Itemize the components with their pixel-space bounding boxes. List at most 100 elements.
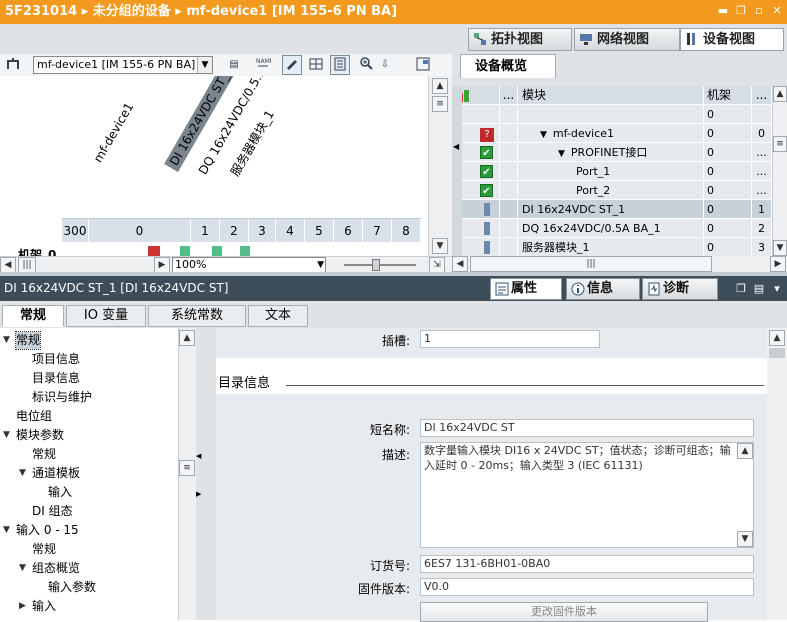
- zoom-slider-handle[interactable]: [372, 259, 380, 271]
- tab-device-overview[interactable]: 设备概览: [460, 54, 556, 78]
- tab-diagnostics[interactable]: 诊断: [642, 278, 718, 300]
- device-canvas[interactable]: mf-device1 DI 16x24VDC ST_1 DQ 16x24VDC/…: [0, 76, 428, 256]
- table-row[interactable]: ✔ Port_2 0...: [452, 181, 772, 200]
- expand-arrow-icon[interactable]: ▼: [540, 130, 547, 140]
- table-row[interactable]: ? ▼ mf-device1 0 0: [452, 124, 772, 143]
- expand-arrow-icon[interactable]: ▶: [19, 601, 26, 611]
- nav-item[interactable]: 电位组: [16, 408, 52, 425]
- collapse-arrow-icon[interactable]: ▼: [19, 468, 26, 478]
- module-cell[interactable]: 服务器模块_1: [518, 238, 704, 257]
- subtab-texts[interactable]: 文本: [248, 305, 308, 327]
- module-cell[interactable]: Port_1: [518, 162, 704, 181]
- network-tree-icon[interactable]: [3, 55, 23, 75]
- overview-vertical-scrollbar[interactable]: ▲ ≡ ▼: [772, 86, 787, 256]
- nav-item[interactable]: 模块参数: [16, 427, 64, 444]
- expand-arrow-icon[interactable]: ▼: [558, 149, 565, 159]
- module-cell[interactable]: [518, 105, 704, 124]
- tab-network-view[interactable]: 网络视图: [574, 28, 680, 51]
- zoom-in-icon[interactable]: [357, 55, 377, 75]
- collapse-arrow-icon[interactable]: ▼: [3, 525, 10, 535]
- column-header[interactable]: ...: [752, 86, 772, 105]
- table-row[interactable]: DI 16x24VDC ST_1 0 1: [452, 200, 772, 219]
- module-cell[interactable]: ▼ mf-device1: [518, 124, 704, 143]
- nav-item[interactable]: 输入: [48, 484, 72, 501]
- module-cell[interactable]: ▼ PROFINET接口: [518, 143, 704, 162]
- nav-item[interactable]: 标识与维护: [32, 389, 92, 406]
- column-header[interactable]: ...: [500, 86, 518, 105]
- nav-item[interactable]: 输入: [32, 598, 56, 615]
- scroll-down-icon[interactable]: ▼: [432, 238, 448, 254]
- collapse-arrow-icon[interactable]: ▼: [3, 335, 10, 345]
- content-vertical-scrollbar[interactable]: ▲: [767, 328, 787, 620]
- scroll-left-icon[interactable]: ◀: [0, 257, 16, 273]
- module-cell[interactable]: DQ 16x24VDC/0.5A BA_1: [518, 219, 704, 238]
- overview-collapse-strip[interactable]: ◀: [452, 86, 462, 256]
- scroll-thumb[interactable]: [769, 348, 785, 358]
- order-number-field[interactable]: 6ES7 131-6BH01-0BA0: [420, 555, 754, 573]
- show-area-icon[interactable]: ▤: [224, 55, 244, 75]
- description-field[interactable]: 数字量输入模块 DI16 x 24VDC ST；值状态；诊断可组态；输入延时 0…: [420, 442, 754, 548]
- nav-splitter[interactable]: ◀ ▶: [196, 328, 204, 620]
- minimize-pane-icon[interactable]: ▤: [751, 281, 767, 297]
- collapse-left-icon[interactable]: ◀: [196, 452, 201, 460]
- highlight-icon[interactable]: [282, 55, 302, 75]
- table-icon[interactable]: [330, 55, 350, 75]
- table-row[interactable]: 服务器模块_1 0 3: [452, 238, 772, 257]
- table-row[interactable]: 0: [452, 105, 772, 124]
- nav-item[interactable]: DI 组态: [32, 503, 73, 520]
- zoom-slider[interactable]: [344, 264, 416, 266]
- subtab-general[interactable]: 常规: [2, 305, 64, 327]
- slot-field[interactable]: 1: [420, 330, 600, 348]
- scroll-up-icon[interactable]: ▲: [773, 86, 787, 102]
- scroll-grip-icon[interactable]: ≡: [179, 460, 195, 476]
- scroll-thumb[interactable]: |||: [470, 256, 712, 272]
- nav-item[interactable]: 常规: [32, 446, 56, 463]
- expand-right-icon[interactable]: ▶: [196, 490, 201, 498]
- nav-item[interactable]: 组态概览: [32, 560, 80, 577]
- tab-topology-view[interactable]: 拓扑视图: [468, 28, 572, 51]
- table-row[interactable]: DQ 16x24VDC/0.5A BA_1 0 2: [452, 219, 772, 238]
- zoom-arrow-icon[interactable]: ⇩: [375, 55, 395, 75]
- collapse-arrow-icon[interactable]: ▼: [3, 430, 10, 440]
- grid-icon[interactable]: [306, 55, 326, 75]
- tab-info[interactable]: 信息: [566, 278, 640, 300]
- nav-item[interactable]: 项目信息: [32, 351, 80, 368]
- device-select[interactable]: mf-device1 [IM 155-6 PN BA] ▼: [33, 56, 213, 74]
- collapse-left-icon[interactable]: ◀: [453, 142, 459, 151]
- float-pane-icon[interactable]: ❐: [733, 281, 749, 297]
- nav-item[interactable]: 常规: [32, 541, 56, 558]
- table-row[interactable]: ✔ Port_1 0...: [452, 162, 772, 181]
- canvas-horizontal-scrollbar[interactable]: ◀ ||| ▶ 100% ▼ ⇲: [0, 256, 452, 273]
- overview-icon[interactable]: [413, 55, 433, 75]
- minimize-button[interactable]: ▬: [715, 3, 731, 19]
- tab-properties[interactable]: 属性: [490, 278, 562, 300]
- scroll-up-icon[interactable]: ▲: [737, 443, 753, 459]
- scroll-left-icon[interactable]: ◀: [452, 256, 468, 272]
- nav-item[interactable]: 输入 0 - 15: [16, 522, 79, 539]
- scroll-down-icon[interactable]: ▼: [737, 531, 753, 547]
- nav-item[interactable]: 通道模板: [32, 465, 80, 482]
- scroll-down-icon[interactable]: ▼: [773, 240, 787, 256]
- tab-device-view[interactable]: 设备视图: [680, 28, 784, 51]
- table-row[interactable]: ✔ ▼ PROFINET接口 0...: [452, 143, 772, 162]
- restore-button[interactable]: ❐: [733, 3, 749, 19]
- short-name-field[interactable]: DI 16x24VDC ST: [420, 419, 754, 437]
- nav-item[interactable]: 输入参数: [48, 579, 96, 596]
- show-names-icon[interactable]: NAME: [253, 55, 274, 75]
- subtab-system-constants[interactable]: 系统常数: [148, 305, 246, 327]
- scroll-up-icon[interactable]: ▲: [179, 330, 195, 346]
- nav-item[interactable]: 常规: [14, 331, 42, 350]
- nav-vertical-scrollbar[interactable]: ▲ ≡: [178, 328, 196, 620]
- scroll-grip-icon[interactable]: ≡: [432, 96, 448, 112]
- canvas-vertical-scrollbar[interactable]: ▲ ≡ ▼: [428, 76, 452, 256]
- column-header-module[interactable]: 模块: [518, 86, 704, 105]
- subtab-io-tags[interactable]: IO 变量: [66, 305, 146, 327]
- firmware-field[interactable]: V0.0: [420, 578, 754, 596]
- canvas-corner-icon[interactable]: ⇲: [429, 257, 445, 273]
- scroll-right-icon[interactable]: ▶: [154, 257, 170, 273]
- collapse-pane-icon[interactable]: ▾: [769, 281, 785, 297]
- zoom-select[interactable]: 100% ▼: [172, 257, 326, 273]
- nav-item[interactable]: 目录信息: [32, 370, 80, 387]
- update-firmware-button[interactable]: 更改固件版本: [420, 602, 708, 622]
- module-cell[interactable]: DI 16x24VDC ST_1: [518, 200, 704, 219]
